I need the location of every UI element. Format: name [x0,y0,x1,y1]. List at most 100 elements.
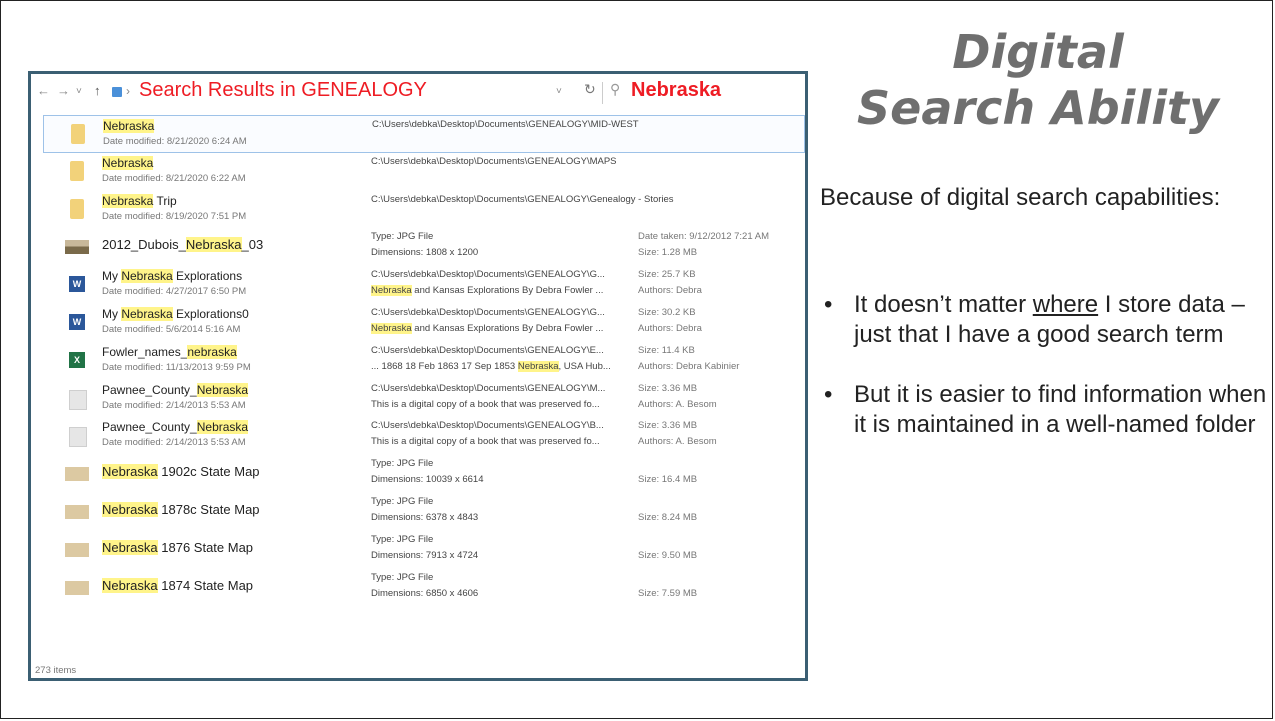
file-name-prefix: My [102,306,122,321]
result-row[interactable]: Pawnee_County_Nebraska Date modified: 2/1… [43,380,805,418]
detail-prefix: ... 1868 18 Feb 1863 17 Sep 1853 [371,360,518,372]
search-match-highlight: Nebraska [102,577,158,593]
file-meta-secondary: Authors: A. Besom [638,398,717,410]
file-meta-secondary: Size: 9.50 MB [638,549,698,561]
result-row[interactable]: Nebraska Trip Date modified: 8/19/2020 7:… [43,191,805,229]
location-detail: This is a digital copy of a book that wa… [371,436,600,447]
location-detail: Dimensions: 7913 x 4724 [371,550,478,561]
search-input[interactable]: Nebraska [631,79,721,102]
file-name-prefix: Pawnee_County_ [102,420,197,435]
file-meta-secondary: Authors: Debra [638,285,702,297]
bullet1-text-before: It doesn’t matter [854,291,1033,318]
file-name[interactable]: Nebraska Trip [102,193,177,208]
file-name[interactable]: Pawnee_County_Nebraska [102,382,249,397]
recent-locations-chevron-icon[interactable]: ˅ [76,86,82,97]
file-name-suffix: _03 [241,237,264,253]
file-name[interactable]: Nebraska 1878c State Map [102,501,260,517]
search-match-highlight: Nebraska [102,155,154,170]
file-name[interactable]: Nebraska 1902c State Map [102,464,260,480]
file-name[interactable]: Nebraska [102,155,154,170]
result-row[interactable]: X Fowler_names_nebraska Date modified: 11/… [43,342,805,380]
file-meta-primary: Size: 3.36 MB [638,382,698,394]
location-detail: Dimensions: 6850 x 4606 [371,588,478,599]
search-match-highlight: Nebraska [102,464,158,480]
map-icon [65,542,89,557]
file-name-prefix: 2012_Dubois_ [102,237,186,253]
file-name[interactable]: Pawnee_County_Nebraska [102,420,249,435]
back-arrow-icon[interactable]: ← [37,83,50,98]
refresh-icon[interactable]: ↻ [584,81,596,98]
result-row[interactable]: Pawnee_County_Nebraska Date modified: 2/1… [43,417,805,455]
result-row[interactable]: 2012_Dubois_Nebraska_03 Type: JPG File Dim… [43,228,805,266]
location-detail: Dimensions: 1808 x 1200 [371,247,478,258]
bullet1-underlined-word: where [1032,291,1099,318]
file-meta-secondary: Authors: A. Besom [638,436,717,448]
location-or-type: Type: JPG File [371,533,434,545]
search-match-highlight: nebraska [187,344,237,359]
bullet-item: It doesn’t matter where I store data – j… [820,290,1270,350]
location-or-type: C:\Users\debka\Desktop\Documents\GENEALO… [372,119,639,130]
file-name[interactable]: Fowler_names_nebraska [102,344,237,359]
file-meta-secondary: Authors: Debra [638,322,702,334]
result-row[interactable]: Nebraska Date modified: 8/21/2020 6:22 AM… [43,153,805,191]
location-or-type: C:\Users\debka\Desktop\Documents\GENEALO… [371,193,674,205]
detail-text: Dimensions: 6378 x 4843 [371,511,479,523]
detail-text: Dimensions: 10039 x 6614 [371,474,484,486]
result-row[interactable]: Nebraska 1874 State Map Type: JPG File Dim… [43,569,805,607]
file-name[interactable]: Nebraska 1874 State Map [102,577,253,593]
file-meta-primary: Date taken: 9/12/2012 7:21 AM [638,231,769,243]
result-row[interactable]: W My Nebraska Explorations Date modified: … [43,266,805,304]
file-name[interactable]: Nebraska [103,119,155,133]
result-row[interactable]: Nebraska 1876 State Map Type: JPG File Dim… [43,531,805,569]
file-name-suffix: 1902c State Map [157,464,260,480]
file-name-suffix: 1878c State Map [157,501,260,517]
address-dropdown-chevron-icon[interactable]: ˅ [556,86,562,97]
search-match-highlight: Nebraska [102,539,158,555]
file-name-prefix: Fowler_names_ [102,344,188,359]
file-name-suffix: Trip [153,193,177,208]
slide-title: Digital Search Ability [838,24,1238,136]
date-modified: Date modified: 8/21/2020 6:22 AM [102,172,246,184]
address-divider [602,82,603,104]
search-match-highlight: Nebraska [185,237,242,253]
file-name[interactable]: 2012_Dubois_Nebraska_03 [102,237,264,253]
file-name[interactable]: My Nebraska Explorations [102,269,242,284]
date-modified: Date modified: 8/21/2020 6:24 AM [103,136,247,147]
status-item-count: 273 items [35,665,77,676]
search-match-highlight: Nebraska [103,119,155,133]
file-meta-secondary: Size: 1.28 MB [638,247,698,259]
file-name[interactable]: Nebraska 1876 State Map [102,539,254,555]
search-results-list: Nebraska Date modified: 8/21/2020 6:24 AM… [43,115,805,606]
result-row[interactable]: W My Nebraska Explorations0 Date modified:… [43,304,805,342]
result-row[interactable]: Nebraska 1902c State Map Type: JPG File Di… [43,455,805,493]
word-icon: W [69,276,85,293]
forward-arrow-icon[interactable]: → [57,83,70,98]
detail-text: Dimensions: 6850 x 4606 [371,587,479,599]
file-name-suffix: 1876 State Map [157,539,254,555]
file-meta-secondary: Size: 8.24 MB [638,511,698,523]
location-detail: ... 1868 18 Feb 1863 17 Sep 1853 Nebrask… [371,360,611,372]
word-icon: W [69,313,85,330]
detail-text: Dimensions: 1808 x 1200 [371,247,479,259]
location-detail: Nebraska and Kansas Explorations By Debr… [371,322,604,334]
file-meta-secondary: Size: 7.59 MB [638,587,698,599]
document-icon [69,427,87,448]
address-path-text[interactable]: Search Results in GENEALOGY [139,79,427,102]
detail-text: and Kansas Explorations By Debra Fowler … [411,285,604,297]
search-icon: ⚲ [610,81,621,97]
date-modified: Date modified: 8/19/2020 7:51 PM [102,210,247,222]
explorer-window: ← → ˅ ↑ › Search Results in GENEALOGY ˅ … [28,71,808,681]
address-bar: ← → ˅ ↑ › Search Results in GENEALOGY ˅ … [31,74,805,114]
file-name-suffix: Explorations0 [172,306,249,321]
location-or-type: C:\Users\debka\Desktop\Documents\GENEALO… [371,344,604,356]
file-name[interactable]: My Nebraska Explorations0 [102,306,249,321]
file-meta-primary: Size: 25.7 KB [638,269,696,281]
map-icon [65,504,89,519]
result-row[interactable]: Nebraska 1878c State Map Type: JPG File Di… [43,493,805,531]
result-row[interactable]: Nebraska Date modified: 8/21/2020 6:24 AM… [43,115,805,153]
search-match-highlight: Nebraska [517,360,559,372]
bullet-list: It doesn’t matter where I store data – j… [820,290,1270,470]
up-arrow-icon[interactable]: ↑ [94,83,101,98]
location-or-type: Type: JPG File [371,571,434,583]
detail-text: and Kansas Explorations By Debra Fowler … [411,322,604,334]
